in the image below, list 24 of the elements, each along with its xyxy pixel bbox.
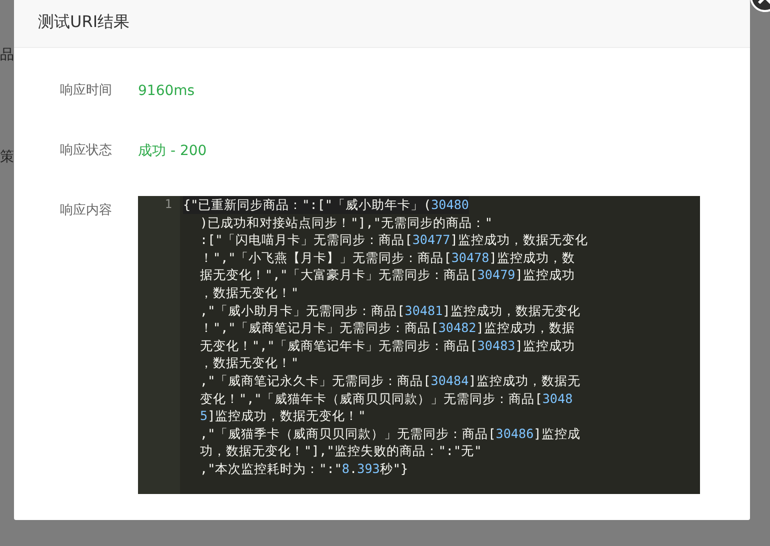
code-line: ！","「小飞燕【月卡】」无需同步：商品[30478]监控成功，数: [199, 248, 575, 266]
code-line: )已成功和对接站点同步！"],"无需同步的商品：": [199, 214, 492, 232]
line-number: 1: [164, 196, 173, 213]
field-label: 响应状态: [59, 142, 113, 160]
field-value: 成功 - 200: [138, 142, 207, 160]
code-line: ,"「威猫季卡（威商贝贝同款）」无需同步：商品[30486]监控成: [199, 424, 580, 442]
code-line: ，数据无变化！": [199, 354, 299, 372]
code-line: ,"「威商笔记永久卡」无需同步：商品[30484]监控成功，数据无: [199, 372, 580, 390]
code-line: :["「闪电喵月卡」无需同步：商品[30477]监控成功，数据无变化: [199, 231, 588, 249]
dialog-title: 测试URI结果: [38, 12, 130, 33]
code-line: ,"「威小助月卡」无需同步：商品[30481]监控成功，数据无变化: [199, 302, 580, 320]
background-text: 品: [0, 46, 14, 64]
code-line: 据无变化！","「大富豪月卡」无需同步：商品[30479]监控成功: [199, 266, 575, 284]
code-line: 功，数据无变化！"],"监控失败的商品：":"无": [199, 442, 482, 460]
field-label: 响应时间: [59, 82, 113, 100]
code-line: 5]监控成功，数据无变化！": [199, 407, 366, 425]
code-line: ！","「威商笔记月卡」无需同步：商品[30482]监控成功，数据: [199, 319, 575, 337]
field-label: 响应内容: [59, 202, 113, 220]
code-line: ，数据无变化！": [199, 284, 299, 302]
field-value: 9160ms: [138, 82, 195, 100]
background-text: 策: [0, 148, 14, 166]
code-line: 无变化！","「威商笔记年卡」无需同步：商品[30483]监控成功: [199, 336, 575, 354]
code-line: 变化！","「威猫年卡（威商贝贝同款）」无需同步：商品[3048: [199, 390, 573, 408]
code-line: ,"本次监控耗时为：":"8.393秒"}: [199, 460, 408, 478]
